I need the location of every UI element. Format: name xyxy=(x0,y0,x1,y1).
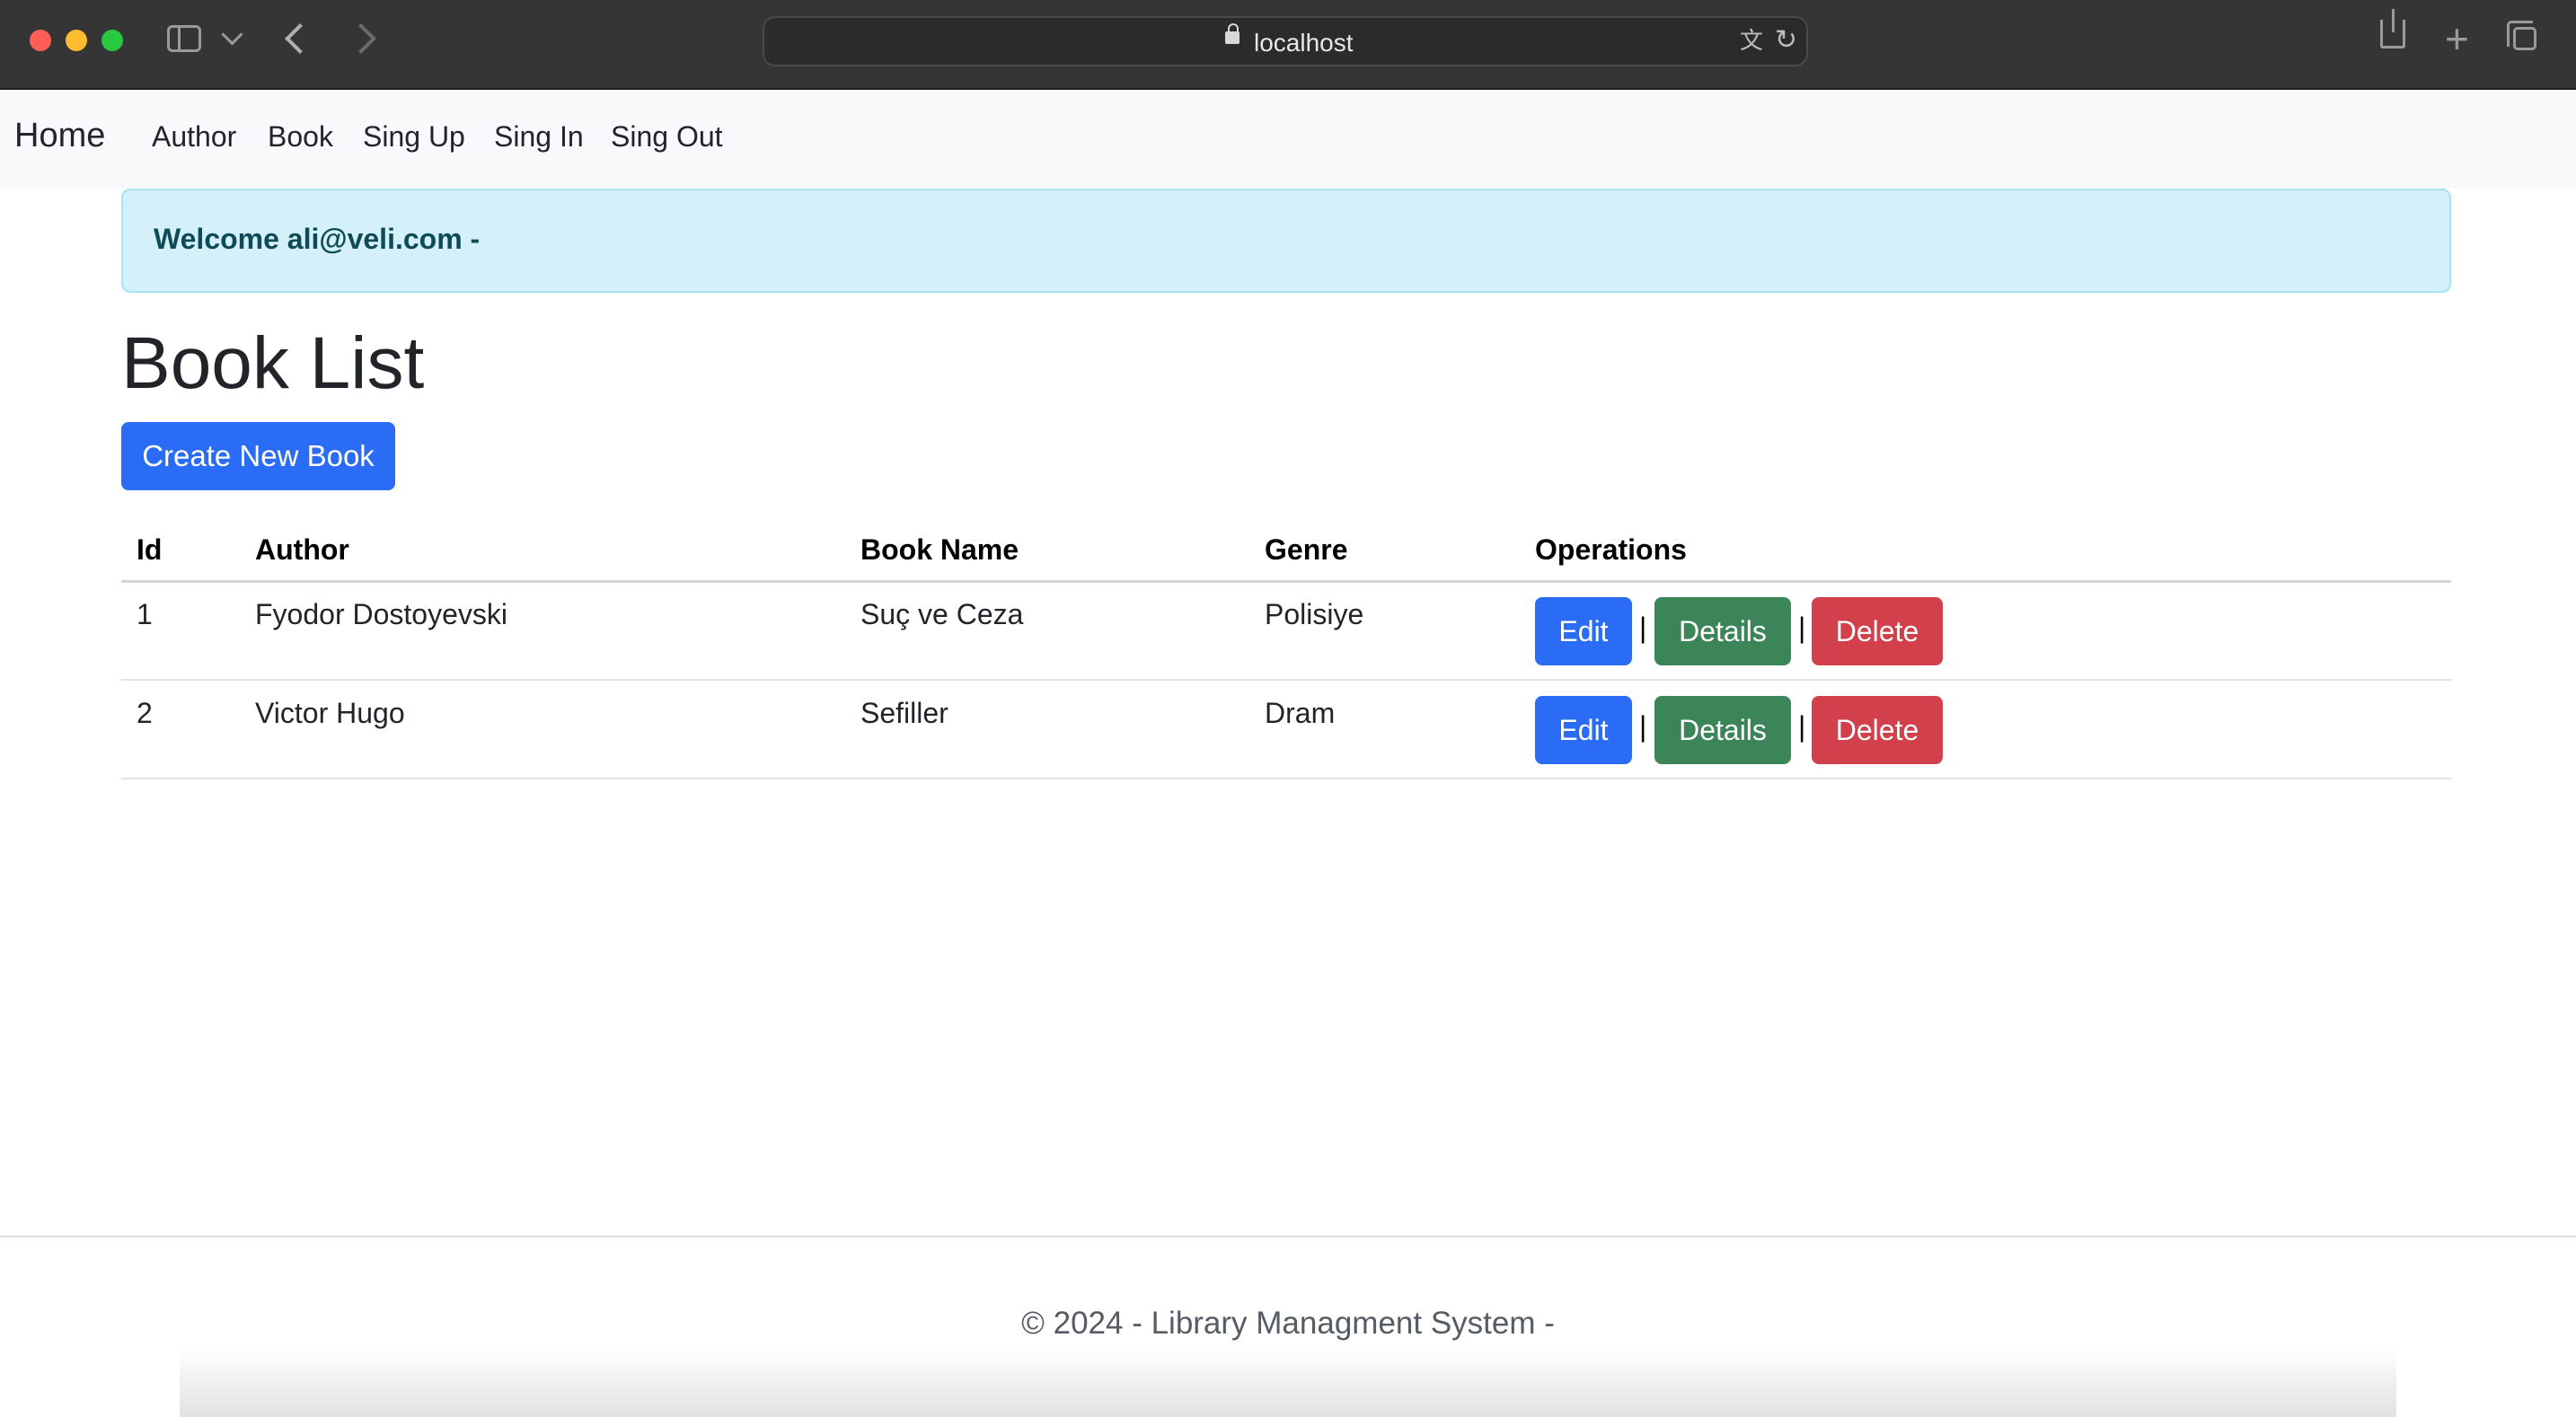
welcome-alert: Welcome ali@veli.com - xyxy=(121,189,2451,293)
page-title: Book List xyxy=(121,322,425,404)
navbar: Home Author Book Sing Up Sing In Sing Ou… xyxy=(0,90,2576,189)
cell-genre: Polisiye xyxy=(1265,598,1364,630)
separator: | xyxy=(1798,710,1806,743)
sidebar-icon[interactable] xyxy=(167,25,201,52)
cell-book-name: Suç ve Ceza xyxy=(860,598,1024,630)
reload-icon[interactable]: ↻ xyxy=(1775,27,1797,54)
edit-button[interactable]: Edit xyxy=(1535,597,1632,665)
chevron-down-icon[interactable] xyxy=(221,23,243,46)
address-url: localhost xyxy=(1254,29,1354,57)
cell-id: 1 xyxy=(137,598,153,630)
lock-icon xyxy=(1225,23,1239,44)
forward-icon[interactable] xyxy=(346,23,376,54)
cell-author: Victor Hugo xyxy=(255,697,405,729)
close-window-button[interactable] xyxy=(30,30,51,51)
footer-text: © 2024 - Library Managment System - xyxy=(1021,1306,1555,1341)
welcome-text: Welcome ali@veli.com - xyxy=(154,223,481,255)
nav-brand-home[interactable]: Home xyxy=(14,117,105,155)
maximize-window-button[interactable] xyxy=(101,30,123,51)
separator: | xyxy=(1798,612,1806,644)
translate-icon[interactable]: 文 xyxy=(1740,29,1763,52)
header-book-name: Book Name xyxy=(860,533,1019,566)
nav-link-book[interactable]: Book xyxy=(268,120,333,154)
nav-link-sign-in[interactable]: Sing In xyxy=(494,120,584,154)
nav-link-sign-up[interactable]: Sing Up xyxy=(363,120,465,154)
footer-divider xyxy=(0,1236,2576,1237)
delete-button[interactable]: Delete xyxy=(1812,696,1943,764)
header-id: Id xyxy=(137,533,163,566)
browser-toolbar: localhost 文 ↻ + xyxy=(0,0,2576,90)
details-button[interactable]: Details xyxy=(1654,696,1791,764)
dock-shadow xyxy=(180,1347,2396,1417)
separator: | xyxy=(1639,612,1647,644)
cell-author: Fyodor Dostoyevski xyxy=(255,598,507,630)
nav-link-sign-out[interactable]: Sing Out xyxy=(611,120,723,154)
details-button[interactable]: Details xyxy=(1654,597,1791,665)
share-icon[interactable] xyxy=(2380,9,2405,48)
nav-link-author[interactable]: Author xyxy=(152,120,236,154)
cell-genre: Dram xyxy=(1265,697,1336,729)
cell-id: 2 xyxy=(137,697,153,729)
new-tab-icon[interactable]: + xyxy=(2445,18,2469,59)
create-new-book-button[interactable]: Create New Book xyxy=(121,422,395,490)
edit-button[interactable]: Edit xyxy=(1535,696,1632,764)
header-author: Author xyxy=(255,533,349,566)
header-operations: Operations xyxy=(1535,533,1687,566)
minimize-window-button[interactable] xyxy=(66,30,87,51)
header-genre: Genre xyxy=(1265,533,1348,566)
tab-overview-icon[interactable] xyxy=(2507,21,2536,50)
delete-button[interactable]: Delete xyxy=(1812,597,1943,665)
address-bar[interactable]: localhost 文 ↻ xyxy=(763,16,1808,66)
cell-book-name: Sefiller xyxy=(860,697,948,729)
table-header-divider xyxy=(121,580,2451,583)
row-divider xyxy=(121,679,2451,681)
back-icon[interactable] xyxy=(285,23,315,54)
separator: | xyxy=(1639,710,1647,743)
row-divider xyxy=(121,778,2451,779)
